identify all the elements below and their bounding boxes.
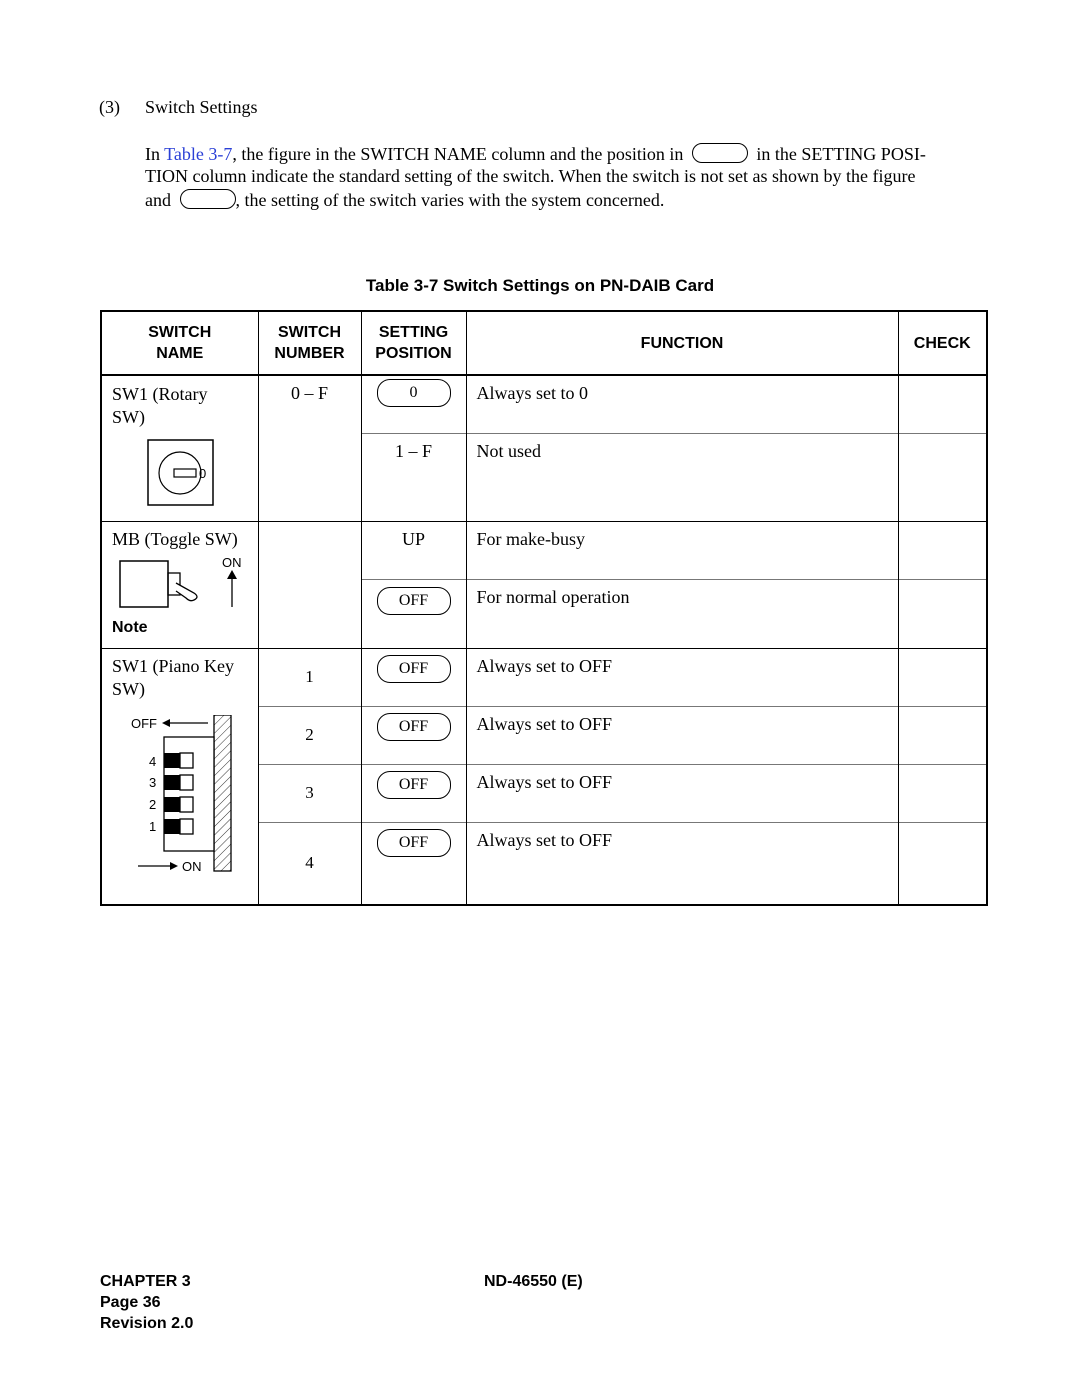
svg-text:2: 2: [149, 797, 156, 812]
section-number: (3): [99, 97, 120, 117]
switch-name-cell: MB (Toggle SW) ON Note: [100, 520, 259, 648]
switch-number-cell: [257, 520, 362, 648]
setting-position-standard: OFF: [376, 770, 451, 799]
piano-key-2: 2: [149, 795, 194, 813]
rotary-zero-label: 0: [199, 466, 206, 481]
setting-position-standard: OFF: [376, 828, 451, 857]
table-reference-link[interactable]: Table 3-7: [164, 144, 232, 164]
section-title: Switch Settings: [145, 97, 258, 117]
function-cell: For normal operation: [465, 578, 899, 648]
svg-text:1: 1: [149, 819, 156, 834]
piano-key-4: 4: [149, 751, 194, 769]
switch-name: SW1 (Piano Key: [112, 655, 234, 676]
footer-chapter: CHAPTER 3: [100, 1273, 191, 1290]
function-cell: Always set to OFF: [465, 705, 899, 764]
svg-text:4: 4: [149, 754, 156, 769]
switch-name: SW1 (Rotary: [112, 384, 208, 404]
standard-position-oval-icon: [179, 189, 236, 209]
svg-text:3: 3: [149, 775, 156, 790]
piano-key-1: 1: [149, 817, 194, 835]
setting-position-standard: OFF: [376, 712, 451, 741]
setting-position-cell: OFF: [360, 763, 467, 822]
table-row: SW1 (Piano Key SW) OFF 4 3 2 1 ON 1 OFF …: [100, 647, 988, 905]
setting-position-cell: 0: [360, 375, 467, 433]
toggle-switch-icon: ON: [119, 555, 242, 608]
switch-settings-table: SWITCH NAME SWITCH NUMBER SETTING POSITION …: [100, 310, 988, 906]
piano-on-label: ON: [182, 859, 202, 874]
piano-off-label: OFF: [131, 716, 157, 731]
switch-number-cell: 2: [257, 705, 362, 764]
setting-position-cell: 1 – F: [360, 432, 467, 521]
paragraph-text: TION column indicate the standard settin…: [145, 166, 916, 186]
header-switch-number: SWITCH NUMBER: [257, 311, 362, 376]
switch-number-cell: 1: [257, 647, 362, 706]
table-row: SW1 (Rotary SW) 0 0 – F 0 Always set to …: [100, 375, 988, 521]
switch-number: 2: [305, 725, 314, 744]
setting-position: 1 – F: [394, 440, 432, 461]
switch-name: SW): [112, 678, 145, 699]
header-check: CHECK: [897, 311, 988, 376]
paragraph-text: and: [145, 190, 171, 210]
paragraph-text: In: [145, 144, 165, 164]
table-header-row: SWITCH NAME SWITCH NUMBER SETTING POSITION …: [100, 311, 988, 376]
setting-position-standard: 0: [376, 379, 451, 407]
function-cell: Always set to OFF: [465, 647, 899, 706]
setting-position-cell: OFF: [360, 578, 467, 648]
function-cell: Always set to 0: [465, 375, 899, 433]
switch-number: 1: [305, 667, 314, 686]
footer-revision: Revision 2.0: [100, 1315, 194, 1332]
rotary-switch-icon: 0: [147, 439, 214, 506]
check-cell[interactable]: [897, 520, 988, 579]
function-cell: Always set to OFF: [465, 821, 899, 905]
paragraph-line-1: In Table 3-7, the figure in the SWITCH N…: [145, 143, 926, 165]
function-cell: Always set to OFF: [465, 763, 899, 822]
header-setting-position: SETTING POSITION: [360, 311, 467, 376]
check-cell[interactable]: [897, 821, 988, 905]
footer-left: CHAPTER 3 Page 36 Revision 2.0: [100, 1271, 193, 1334]
paragraph-line-2: TION column indicate the standard settin…: [145, 166, 916, 187]
standard-position-oval-icon: [691, 143, 748, 163]
piano-key-3: 3: [149, 773, 194, 791]
check-cell[interactable]: [897, 578, 988, 648]
piano-key-switch-icon: OFF 4 3 2 1 ON: [131, 714, 232, 874]
table-row: MB (Toggle SW) ON Note UP For make-busy: [100, 520, 988, 648]
switch-number: 0 – F: [290, 383, 328, 403]
note-label: Note: [112, 618, 148, 636]
toggle-on-label: ON: [222, 555, 242, 570]
setting-position-cell: OFF: [360, 705, 467, 764]
switch-number: 4: [305, 853, 314, 873]
switch-number-cell: 4: [257, 821, 362, 905]
footer-doc-id: ND-46550 (E): [484, 1273, 583, 1290]
function-cell: Not used: [465, 432, 899, 521]
setting-position-cell: OFF: [360, 821, 467, 905]
header-switch-name: SWITCH NAME: [100, 311, 259, 376]
check-cell[interactable]: [897, 705, 988, 764]
switch-name: SW): [112, 407, 145, 427]
setting-position-cell: OFF: [360, 647, 467, 706]
check-cell[interactable]: [897, 432, 988, 521]
setting-position-standard: OFF: [376, 654, 451, 683]
check-cell[interactable]: [897, 375, 988, 433]
check-cell[interactable]: [897, 647, 988, 706]
table-caption: Table 3-7 Switch Settings on PN-DAIB Car…: [365, 276, 715, 295]
switch-number: 3: [305, 783, 314, 802]
paragraph-line-3: and , the setting of the switch varies w…: [145, 189, 664, 211]
paragraph-text: , the setting of the switch varies with …: [235, 190, 665, 210]
switch-name: MB (Toggle SW): [112, 528, 238, 549]
setting-position-standard: OFF: [376, 586, 451, 615]
switch-number-cell: 0 – F: [257, 375, 362, 521]
paragraph-text: , the figure in the SWITCH NAME column a…: [232, 144, 684, 164]
paragraph-text: in the SETTING POSI-: [756, 144, 926, 164]
function-cell: For make-busy: [465, 520, 899, 579]
header-function: FUNCTION: [465, 311, 899, 376]
setting-position-cell: UP: [360, 520, 467, 579]
switch-number-cell: 3: [257, 763, 362, 822]
switch-name-cell: SW1 (Rotary SW) 0: [100, 375, 259, 521]
footer-page: Page 36: [100, 1294, 161, 1311]
setting-position: UP: [401, 528, 425, 549]
check-cell[interactable]: [897, 763, 988, 822]
switch-name-cell: SW1 (Piano Key SW) OFF 4 3 2 1 ON: [100, 647, 259, 905]
